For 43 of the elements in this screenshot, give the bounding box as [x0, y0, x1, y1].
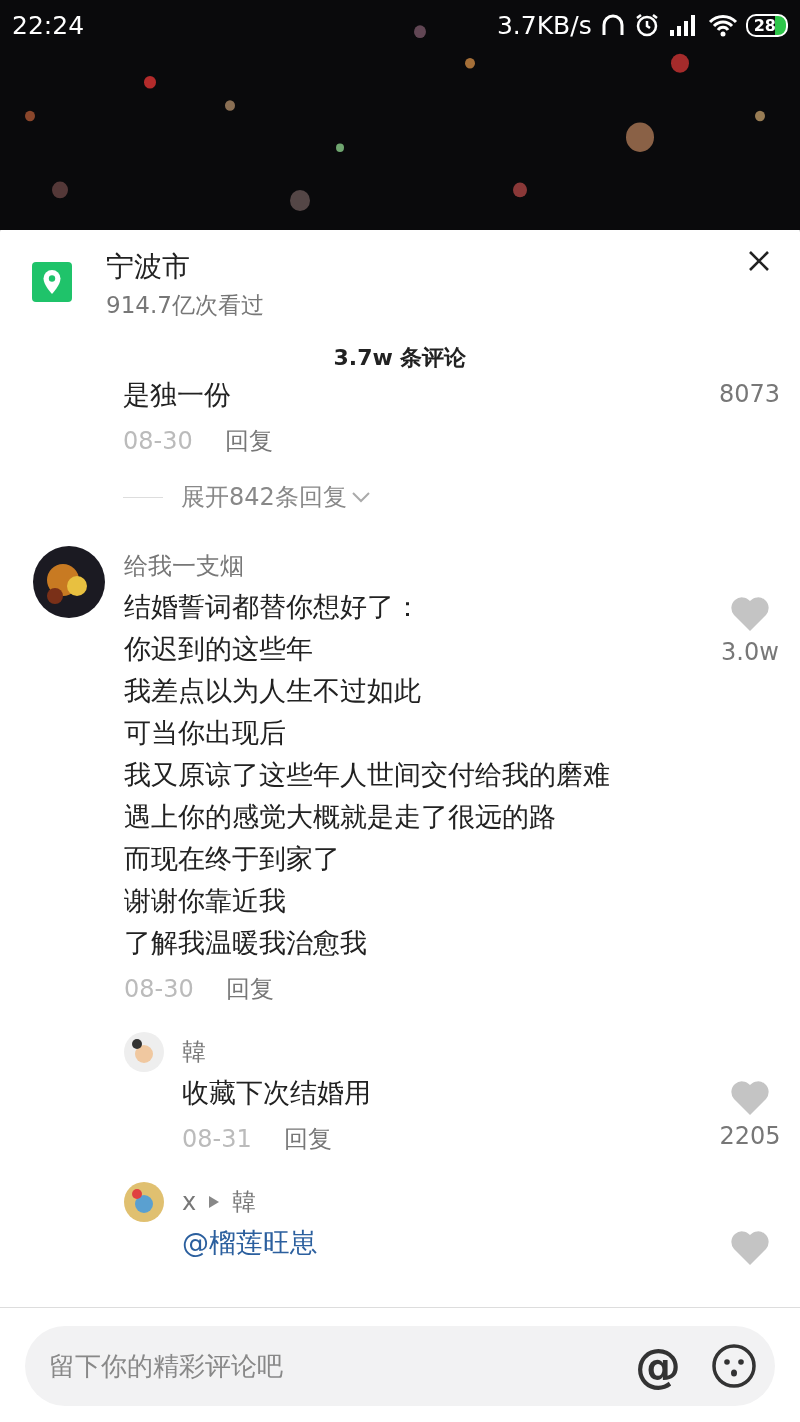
- status-time: 22:24: [12, 10, 85, 40]
- comment-line: 谢谢你靠近我: [124, 884, 287, 918]
- like-count: 3.0w: [721, 637, 779, 668]
- comment-input[interactable]: 留下你的精彩评论吧 @: [25, 1326, 775, 1406]
- comment-line: 你迟到的这些年: [124, 632, 314, 666]
- reply-text: 收藏下次结婚用: [182, 1076, 372, 1110]
- reply-author[interactable]: 韓: [182, 1032, 206, 1072]
- view-count: 914.7亿次看过: [106, 291, 265, 320]
- heart-icon[interactable]: [730, 1080, 770, 1116]
- like-count: 2205: [719, 1121, 781, 1152]
- comment-line: 了解我温暖我治愈我: [124, 926, 368, 960]
- comment-line: 可当你出现后: [124, 716, 287, 750]
- wifi-icon: [707, 13, 738, 37]
- comment-line: 我又原谅了这些年人世间交付给我的磨难: [124, 758, 610, 792]
- expand-replies-link[interactable]: 展开842条回复: [181, 480, 347, 514]
- comment-date: 08-30: [123, 426, 193, 457]
- reply-link[interactable]: 回复: [224, 424, 273, 458]
- comment-date: 08-30: [124, 974, 194, 1005]
- chevron-down-icon: [350, 491, 371, 503]
- comment-date: 08-31: [182, 1124, 252, 1155]
- mention-button[interactable]: @: [635, 1339, 681, 1393]
- battery-indicator: 28: [745, 13, 788, 37]
- comment-line: 而现在终于到家了: [124, 842, 341, 876]
- comment-author[interactable]: 给我一支烟: [124, 546, 780, 586]
- network-speed: 3.7KB/s: [496, 10, 592, 40]
- comment-text: 是独一份: [123, 378, 231, 412]
- location-pin-icon: [32, 262, 72, 302]
- comment-line: 我差点以为人生不过如此: [124, 674, 422, 708]
- mention-link[interactable]: @榴莲旺崽: [182, 1222, 720, 1264]
- reply-target[interactable]: 韓: [232, 1182, 257, 1222]
- heart-icon[interactable]: [730, 1230, 770, 1266]
- comment-line: 结婚誓词都替你想好了：: [124, 590, 422, 624]
- emoji-icon[interactable]: [711, 1343, 757, 1389]
- comment-line: 遇上你的感觉大概就是走了很远的路: [124, 800, 557, 834]
- heart-icon[interactable]: [730, 596, 770, 632]
- like-count: 8073: [718, 379, 780, 410]
- reply-author[interactable]: x: [182, 1182, 197, 1222]
- reply-link[interactable]: 回复: [225, 972, 274, 1006]
- comment-count: 3.7w 条评论: [333, 344, 467, 372]
- reply-link[interactable]: 回复: [283, 1122, 332, 1156]
- close-icon[interactable]: [748, 250, 770, 272]
- play-arrow-icon: [208, 1195, 221, 1209]
- location-title: 宁波市: [106, 249, 191, 285]
